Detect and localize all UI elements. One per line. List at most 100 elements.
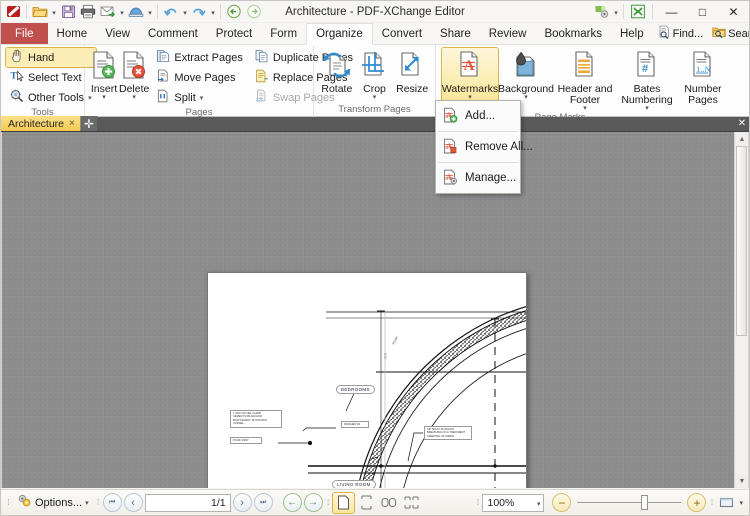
options-button[interactable]: Options... ▾	[13, 493, 93, 513]
tab-form[interactable]: Form	[261, 23, 306, 44]
tab-review[interactable]: Review	[480, 23, 536, 44]
other-tools-button[interactable]: Other Tools ▾	[6, 88, 96, 107]
tab-protect[interactable]: Protect	[207, 23, 261, 44]
background-caret-icon[interactable]: ▾	[524, 94, 528, 101]
split-pages-label: Split	[174, 91, 196, 104]
zoom-out-button[interactable]: −	[552, 493, 572, 512]
document-tab-architecture[interactable]: Architecture ×	[1, 116, 81, 131]
print-icon[interactable]	[78, 2, 98, 22]
scroll-down-icon[interactable]: ▼	[735, 474, 748, 488]
swap-pages-icon	[255, 89, 269, 106]
rotate-pages-button[interactable]: Rotate	[318, 48, 356, 95]
hand-tool-button[interactable]: Hand	[5, 47, 97, 68]
search-button[interactable]: Search...	[708, 24, 749, 44]
single-page-layout-button[interactable]	[331, 491, 355, 514]
previous-view-button[interactable]: ←	[282, 493, 302, 512]
split-pages-button[interactable]: Split ▾	[152, 88, 246, 107]
menu-item-remove-all-label: Remove All...	[465, 141, 533, 153]
fullscreen-icon[interactable]	[627, 2, 649, 22]
tab-bookmarks[interactable]: Bookmarks	[535, 23, 611, 44]
scroll-up-icon[interactable]: ▲	[735, 132, 748, 146]
app-logo-icon[interactable]	[3, 2, 23, 22]
next-page-button[interactable]: ›	[232, 493, 252, 512]
bates-numbering-icon: #	[632, 50, 662, 83]
tab-home[interactable]: Home	[48, 23, 97, 44]
email-caret-icon[interactable]: ▾	[118, 2, 126, 22]
customize-caret-icon[interactable]: ▾	[612, 2, 620, 22]
email-icon[interactable]	[98, 2, 118, 22]
close-tab-icon[interactable]: ×	[69, 118, 75, 129]
scan-icon[interactable]	[126, 2, 146, 22]
move-pages-button[interactable]: Move Pages	[152, 68, 246, 87]
header-footer-label: Header and Footer	[557, 83, 613, 106]
qat-separator-3	[220, 4, 221, 19]
menu-item-remove-all-watermarks[interactable]: A Remove All...	[436, 135, 533, 159]
zoom-slider[interactable]	[573, 493, 685, 513]
zoom-in-button[interactable]: +	[687, 493, 707, 512]
options-caret-icon[interactable]: ▾	[85, 499, 89, 507]
resize-pages-button[interactable]: Resize	[393, 48, 431, 95]
tab-help[interactable]: Help	[611, 23, 653, 44]
two-page-continuous-layout-button[interactable]	[402, 493, 423, 513]
fit-page-button[interactable]	[716, 493, 737, 513]
minimize-button[interactable]: —	[656, 1, 687, 22]
close-all-tabs-icon[interactable]: ✕	[735, 116, 749, 131]
tab-view[interactable]: View	[96, 23, 139, 44]
delete-pages-caret-icon[interactable]: ▾	[132, 94, 136, 101]
zoom-caret-icon[interactable]: ▾	[537, 500, 541, 508]
redo-caret-icon[interactable]: ▾	[209, 2, 217, 22]
scrollbar-thumb[interactable]	[736, 146, 747, 336]
maximize-button[interactable]: □	[687, 1, 718, 22]
watermark-remove-icon: A	[442, 138, 458, 157]
extract-pages-button[interactable]: Extract Pages	[152, 48, 246, 67]
tab-convert[interactable]: Convert	[373, 23, 431, 44]
watermarks-button[interactable]: A Watermarks ▾	[441, 47, 499, 102]
crop-pages-caret-icon[interactable]: ▾	[373, 94, 377, 101]
other-tools-icon	[10, 89, 24, 106]
document-tab-label: Architecture	[8, 117, 65, 130]
find-button[interactable]: Find...	[653, 24, 708, 44]
background-button[interactable]: Background ▾	[498, 48, 554, 101]
back-icon[interactable]	[224, 2, 244, 22]
vertical-scrollbar[interactable]: ▲ ▼	[734, 132, 748, 488]
bates-numbering-button[interactable]: # Bates Numbering ▾	[616, 48, 678, 112]
fit-caret-icon[interactable]: ▾	[739, 499, 745, 507]
split-caret-icon[interactable]: ▾	[200, 94, 204, 102]
undo-icon[interactable]	[161, 2, 181, 22]
open-caret-icon[interactable]: ▾	[50, 2, 58, 22]
page-number-input[interactable]: 1/1	[144, 493, 231, 512]
last-page-button[interactable]: ⏭	[253, 493, 273, 512]
two-page-layout-button[interactable]	[379, 493, 400, 513]
next-view-button[interactable]: →	[303, 493, 323, 512]
first-page-button[interactable]: ⏮	[102, 493, 122, 512]
scan-caret-icon[interactable]: ▾	[146, 2, 154, 22]
save-icon[interactable]	[58, 2, 78, 22]
pdf-page[interactable]: 9'-0" 8'-1" 8'-1" 8'-0" ROOF SLAB BEDROO…	[207, 272, 527, 488]
number-pages-button[interactable]: 1..N Number Pages	[678, 48, 728, 106]
zoom-slider-thumb[interactable]	[641, 495, 649, 510]
insert-pages-caret-icon[interactable]: ▾	[102, 94, 106, 101]
tab-share[interactable]: Share	[431, 23, 480, 44]
continuous-layout-button[interactable]	[356, 493, 377, 513]
tab-comment[interactable]: Comment	[139, 23, 207, 44]
customize-quick-access-icon[interactable]	[592, 2, 612, 22]
insert-pages-button[interactable]: Insert ▾	[89, 48, 119, 101]
undo-caret-icon[interactable]: ▾	[181, 2, 189, 22]
delete-pages-button[interactable]: Delete ▾	[119, 48, 149, 101]
crop-pages-button[interactable]: Crop ▾	[356, 48, 394, 101]
select-text-button[interactable]: T Select Text	[6, 68, 96, 87]
forward-icon[interactable]	[244, 2, 264, 22]
header-footer-button[interactable]: Header and Footer ▾	[554, 48, 616, 112]
previous-page-button[interactable]: ‹	[123, 493, 143, 512]
document-view[interactable]: 9'-0" 8'-1" 8'-1" 8'-0" ROOF SLAB BEDROO…	[1, 132, 749, 488]
tab-organize[interactable]: Organize	[306, 23, 373, 45]
tab-file[interactable]: File	[1, 23, 48, 44]
duplicate-pages-icon	[255, 49, 269, 66]
redo-icon[interactable]	[189, 2, 209, 22]
close-button[interactable]: ✕	[718, 1, 749, 22]
menu-item-manage-watermarks[interactable]: A Manage...	[436, 166, 520, 190]
menu-item-add-watermark[interactable]: A Add...	[436, 104, 520, 128]
zoom-level-combobox[interactable]: 100% ▾	[482, 493, 545, 512]
new-tab-icon[interactable]: ✛	[80, 116, 97, 131]
open-icon[interactable]	[30, 2, 50, 22]
